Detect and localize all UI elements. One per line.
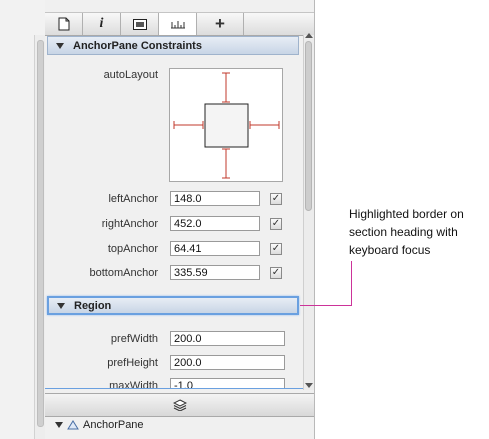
- pref-height-label: prefHeight: [107, 357, 158, 369]
- top-anchor-field[interactable]: 64.41: [170, 241, 260, 256]
- left-anchor-label: leftAnchor: [108, 193, 158, 205]
- inspector-scrollbar[interactable]: [303, 33, 314, 390]
- top-anchor-label: topAnchor: [107, 243, 158, 255]
- right-anchor-label: rightAnchor: [101, 218, 158, 230]
- scroll-up-arrow-icon[interactable]: [305, 33, 313, 38]
- pref-width-label: prefWidth: [110, 333, 158, 345]
- left-scrollbar-thumb[interactable]: [37, 40, 44, 427]
- left-panel-strip: [0, 0, 46, 439]
- tab-info[interactable]: i: [83, 13, 121, 35]
- inspector-scrollbar-thumb[interactable]: [305, 41, 312, 211]
- section-title: Region: [74, 299, 112, 312]
- layout-icon: [132, 18, 147, 30]
- layers-icon: [172, 399, 187, 411]
- scroll-edge-line: [45, 388, 303, 389]
- inspector-panel: i + AnchorPane Constraints autoLayout le…: [45, 0, 315, 439]
- ruler-icon: [170, 21, 185, 29]
- disclosure-triangle-icon[interactable]: [55, 422, 63, 428]
- tab-layout[interactable]: [121, 13, 159, 35]
- page-icon: [58, 17, 69, 31]
- bottom-anchor-field[interactable]: 335.59: [170, 265, 260, 280]
- callout-leader-vertical: [351, 261, 352, 306]
- left-scrollbar-track[interactable]: [34, 35, 45, 439]
- anchorpane-node-icon: [67, 420, 79, 430]
- anchorpane-section-header[interactable]: AnchorPane Constraints: [47, 36, 299, 55]
- anchor-constraints-diagram[interactable]: [169, 68, 283, 182]
- right-anchor-field[interactable]: 452.0: [170, 216, 260, 231]
- left-anchor-checkbox[interactable]: ✓: [270, 193, 282, 205]
- disclosure-triangle-icon[interactable]: [57, 302, 65, 309]
- tab-add[interactable]: +: [197, 13, 244, 35]
- section-title: AnchorPane Constraints: [73, 39, 202, 52]
- pref-width-field[interactable]: 200.0: [170, 331, 285, 346]
- hierarchy-divider-bar[interactable]: [45, 393, 314, 417]
- scroll-down-arrow-icon[interactable]: [305, 383, 313, 388]
- inspector-tab-bar: i +: [45, 12, 314, 36]
- tab-ruler[interactable]: [159, 13, 197, 35]
- bottom-anchor-label: bottomAnchor: [89, 267, 158, 279]
- disclosure-triangle-icon[interactable]: [56, 42, 64, 49]
- plus-icon: +: [215, 14, 225, 33]
- right-anchor-checkbox[interactable]: ✓: [270, 218, 282, 230]
- autolayout-label: autoLayout: [103, 69, 158, 81]
- hierarchy-item-anchorpane[interactable]: AnchorPane: [55, 419, 144, 431]
- tree-item-label: AnchorPane: [83, 419, 144, 431]
- anchor-lines-graphic: [173, 72, 280, 179]
- top-anchor-checkbox[interactable]: ✓: [270, 243, 282, 255]
- tab-page[interactable]: [45, 13, 83, 35]
- pref-height-field[interactable]: 200.0: [170, 355, 285, 370]
- callout-annotation: Highlighted border on section heading wi…: [349, 207, 464, 257]
- left-anchor-field[interactable]: 148.0: [170, 191, 260, 206]
- region-section-header[interactable]: Region: [47, 296, 299, 315]
- bottom-anchor-checkbox[interactable]: ✓: [270, 267, 282, 279]
- info-icon: i: [99, 16, 104, 31]
- callout-leader-horizontal: [300, 305, 352, 306]
